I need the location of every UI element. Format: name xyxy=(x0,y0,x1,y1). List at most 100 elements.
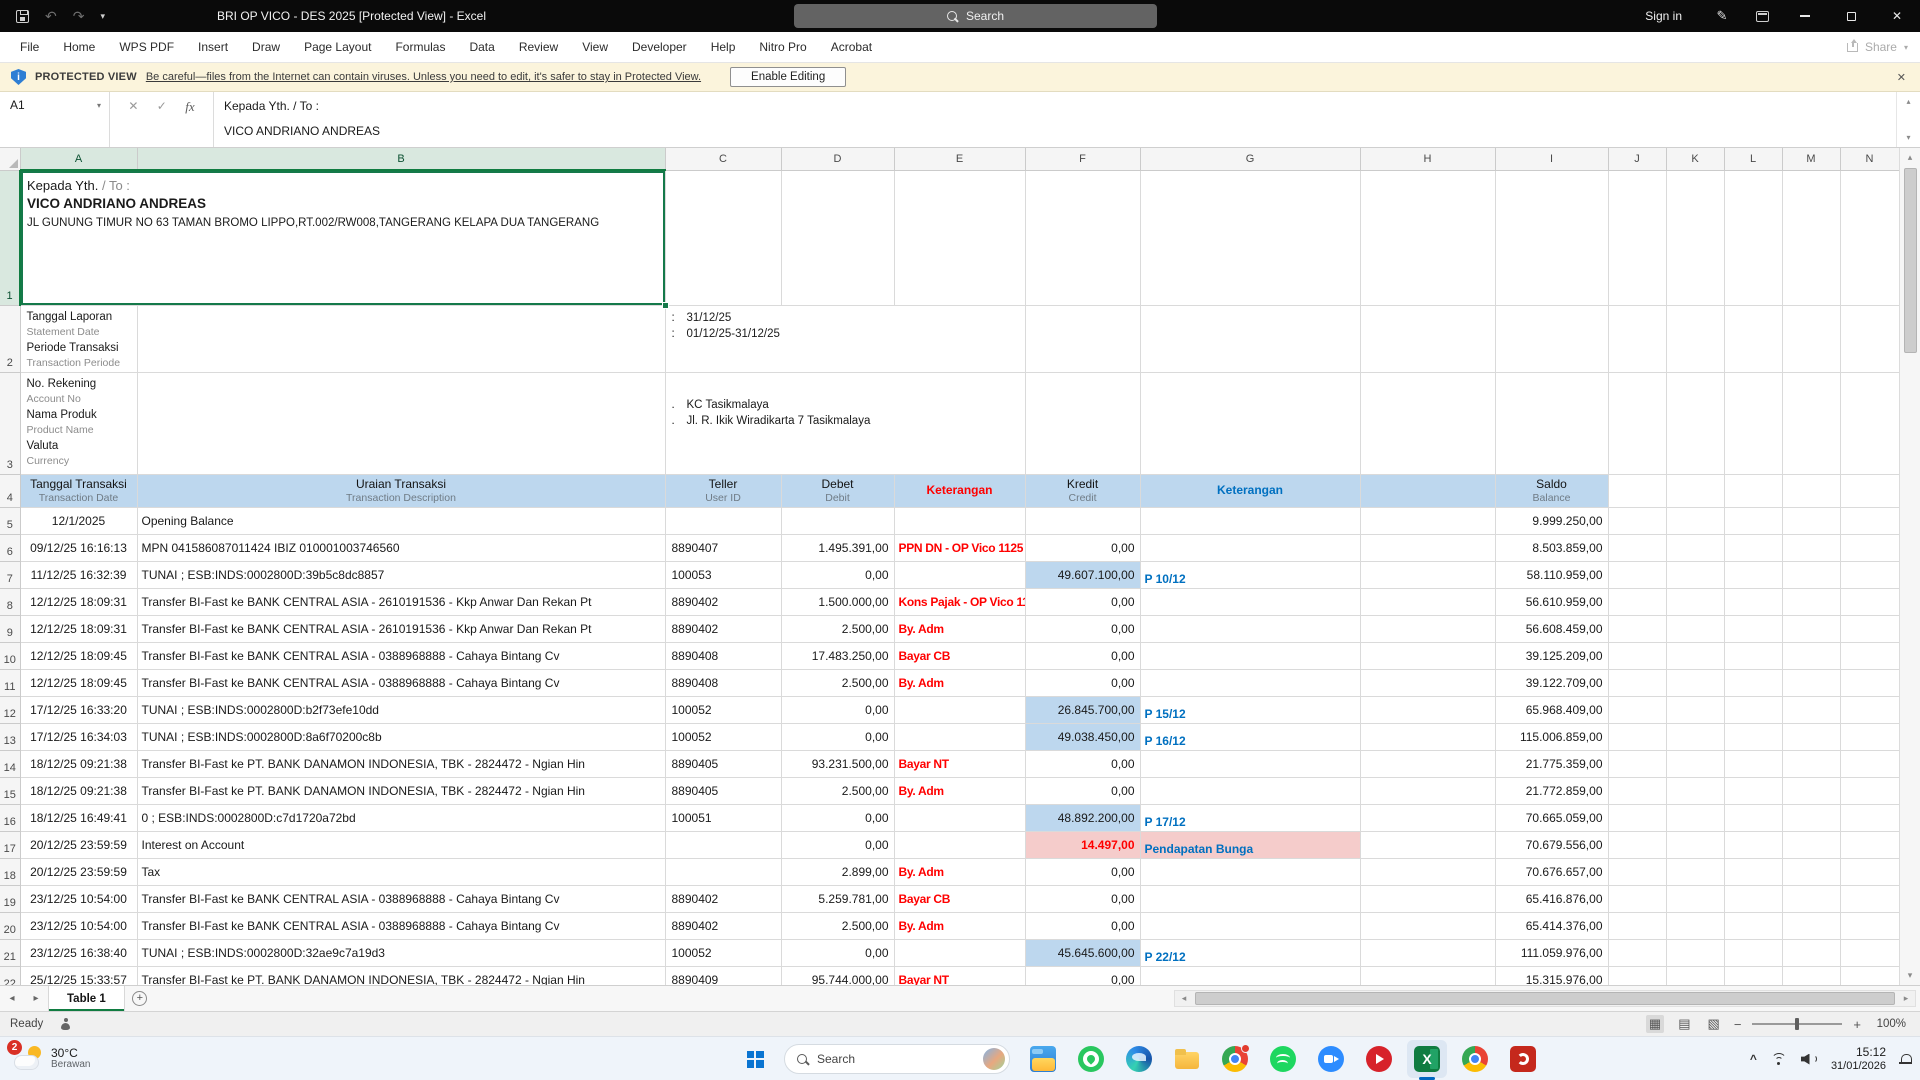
cell-blank[interactable] xyxy=(1666,170,1724,305)
cell-blank[interactable] xyxy=(1724,696,1782,723)
cell-transaction-description[interactable]: Transfer BI-Fast ke PT. BANK DANAMON IND… xyxy=(137,750,665,777)
redo-icon[interactable]: ↷ xyxy=(73,9,85,23)
cell-blank[interactable] xyxy=(1840,170,1899,305)
ribbon-tab-home[interactable]: Home xyxy=(51,32,107,62)
header-transaction-description[interactable]: Uraian TransaksiTransaction Description xyxy=(137,474,665,507)
cell-blank[interactable] xyxy=(1666,750,1724,777)
cell-debit[interactable]: 2.500,00 xyxy=(781,615,894,642)
cell-transaction-date[interactable]: 12/12/25 18:09:31 xyxy=(20,588,137,615)
cell-blank[interactable] xyxy=(1360,912,1495,939)
cell-credit-note[interactable] xyxy=(1140,966,1360,985)
taskbar-clock[interactable]: 15:12 31/01/2026 xyxy=(1831,1045,1886,1073)
minimize-button[interactable] xyxy=(1782,0,1828,32)
weather-widget[interactable]: 2 30°C Berawan xyxy=(0,1046,90,1071)
cell-transaction-description[interactable]: Transfer BI-Fast ke BANK CENTRAL ASIA - … xyxy=(137,615,665,642)
cell-blank[interactable] xyxy=(1840,966,1899,985)
cell-blank[interactable] xyxy=(1782,642,1840,669)
cell-blank[interactable] xyxy=(1782,507,1840,534)
cell-blank[interactable] xyxy=(1782,696,1840,723)
cell-a1-recipient[interactable]: Kepada Yth. / To : VICO ANDRIANO ANDREAS… xyxy=(20,170,665,305)
cell-transaction-description[interactable]: MPN 041586087011424 IBIZ 010001003746560 xyxy=(137,534,665,561)
cell-credit-note[interactable]: P 10/12 xyxy=(1140,561,1360,588)
cell-blank[interactable] xyxy=(1782,777,1840,804)
cell-debit-note[interactable] xyxy=(894,696,1025,723)
scroll-up-icon[interactable]: ▴ xyxy=(1908,148,1913,167)
cell-credit-note[interactable]: Pendapatan Bunga xyxy=(1140,831,1360,858)
cell-blank[interactable] xyxy=(1724,804,1782,831)
cell-transaction-description[interactable]: Transfer BI-Fast ke BANK CENTRAL ASIA - … xyxy=(137,912,665,939)
cell-blank[interactable] xyxy=(1840,939,1899,966)
cell-blank[interactable] xyxy=(1608,561,1666,588)
cell-transaction-date[interactable]: 12/12/25 18:09:45 xyxy=(20,669,137,696)
cell-transaction-date[interactable]: 23/12/25 10:54:00 xyxy=(20,885,137,912)
cell-blank[interactable] xyxy=(1782,858,1840,885)
row-header[interactable]: 8 xyxy=(0,588,20,615)
cell-blank[interactable] xyxy=(1360,507,1495,534)
cell-credit-note[interactable] xyxy=(1140,858,1360,885)
cell-blank[interactable] xyxy=(1840,804,1899,831)
cell-debit-note[interactable] xyxy=(894,723,1025,750)
cell-balance[interactable]: 15.315.976,00 xyxy=(1495,966,1608,985)
cell-balance[interactable]: 65.414.376,00 xyxy=(1495,912,1608,939)
cell-teller[interactable]: 100052 xyxy=(665,939,781,966)
cell-blank[interactable] xyxy=(1608,696,1666,723)
cell-blank[interactable] xyxy=(1666,723,1724,750)
cell-balance[interactable]: 21.772.859,00 xyxy=(1495,777,1608,804)
excel-icon[interactable] xyxy=(1403,1037,1451,1080)
column-header-c[interactable]: C xyxy=(665,148,781,170)
row-header[interactable]: 19 xyxy=(0,885,20,912)
cell-blank[interactable] xyxy=(1840,642,1899,669)
cell-balance[interactable]: 58.110.959,00 xyxy=(1495,561,1608,588)
cell-blank[interactable] xyxy=(1360,372,1495,474)
horizontal-scrollbar-thumb[interactable] xyxy=(1195,992,1895,1005)
cell-credit[interactable]: 48.892.200,00 xyxy=(1025,804,1140,831)
cell-blank[interactable] xyxy=(1666,561,1724,588)
cell-blank[interactable] xyxy=(1608,669,1666,696)
column-header-j[interactable]: J xyxy=(1608,148,1666,170)
row-header[interactable]: 18 xyxy=(0,858,20,885)
cell-credit-note[interactable] xyxy=(1140,750,1360,777)
cell-account-values[interactable]: .KC Tasikmalaya .Jl. R. Ikik Wiradikarta… xyxy=(665,372,1025,474)
cell-credit[interactable]: 45.645.600,00 xyxy=(1025,939,1140,966)
column-header-b[interactable]: B xyxy=(137,148,665,170)
zoom-in-icon[interactable]: + xyxy=(1853,1017,1861,1032)
cell-blank[interactable] xyxy=(1782,831,1840,858)
cell-credit[interactable]: 0,00 xyxy=(1025,912,1140,939)
cell-balance[interactable]: 65.968.409,00 xyxy=(1495,696,1608,723)
cell-blank[interactable] xyxy=(1666,804,1724,831)
new-sheet-button[interactable]: + xyxy=(125,986,155,1011)
scroll-left-icon[interactable]: ◂ xyxy=(1175,993,1193,1004)
cell-credit[interactable] xyxy=(1025,507,1140,534)
row-header[interactable]: 13 xyxy=(0,723,20,750)
column-header-n[interactable]: N xyxy=(1840,148,1899,170)
header-blank[interactable] xyxy=(1360,474,1495,507)
cell-balance[interactable]: 70.679.556,00 xyxy=(1495,831,1608,858)
cell-blank[interactable] xyxy=(1782,723,1840,750)
cell-transaction-description[interactable]: TUNAI ; ESB:INDS:0002800D:b2f73efe10dd xyxy=(137,696,665,723)
cell-credit[interactable]: 0,00 xyxy=(1025,669,1140,696)
cell-credit-note[interactable] xyxy=(1140,885,1360,912)
cell-blank[interactable] xyxy=(1608,831,1666,858)
cell-teller[interactable]: 8890408 xyxy=(665,669,781,696)
cell-blank[interactable] xyxy=(1782,372,1840,474)
cell-account-labels[interactable]: No. RekeningAccount NoNama ProdukProduct… xyxy=(20,372,137,474)
cell-credit-note[interactable]: P 15/12 xyxy=(1140,696,1360,723)
cell-balance[interactable]: 39.122.709,00 xyxy=(1495,669,1608,696)
cell-blank[interactable] xyxy=(1724,912,1782,939)
row-header[interactable]: 16 xyxy=(0,804,20,831)
cell-teller[interactable]: 8890402 xyxy=(665,885,781,912)
vertical-scrollbar-thumb[interactable] xyxy=(1904,168,1917,353)
cell-blank[interactable] xyxy=(1724,669,1782,696)
cell-blank[interactable] xyxy=(1360,750,1495,777)
whatsapp-icon[interactable] xyxy=(1067,1037,1115,1080)
cell-blank[interactable] xyxy=(1782,804,1840,831)
blue-app-icon[interactable] xyxy=(1307,1037,1355,1080)
cell-blank[interactable] xyxy=(1360,885,1495,912)
cell-blank[interactable] xyxy=(1724,474,1782,507)
header-credit-note[interactable]: Keterangan xyxy=(1140,474,1360,507)
cell-blank[interactable] xyxy=(1608,777,1666,804)
save-icon[interactable] xyxy=(16,10,29,23)
ribbon-tab-review[interactable]: Review xyxy=(507,32,570,62)
cell-credit-note[interactable]: P 16/12 xyxy=(1140,723,1360,750)
header-balance[interactable]: SaldoBalance xyxy=(1495,474,1608,507)
